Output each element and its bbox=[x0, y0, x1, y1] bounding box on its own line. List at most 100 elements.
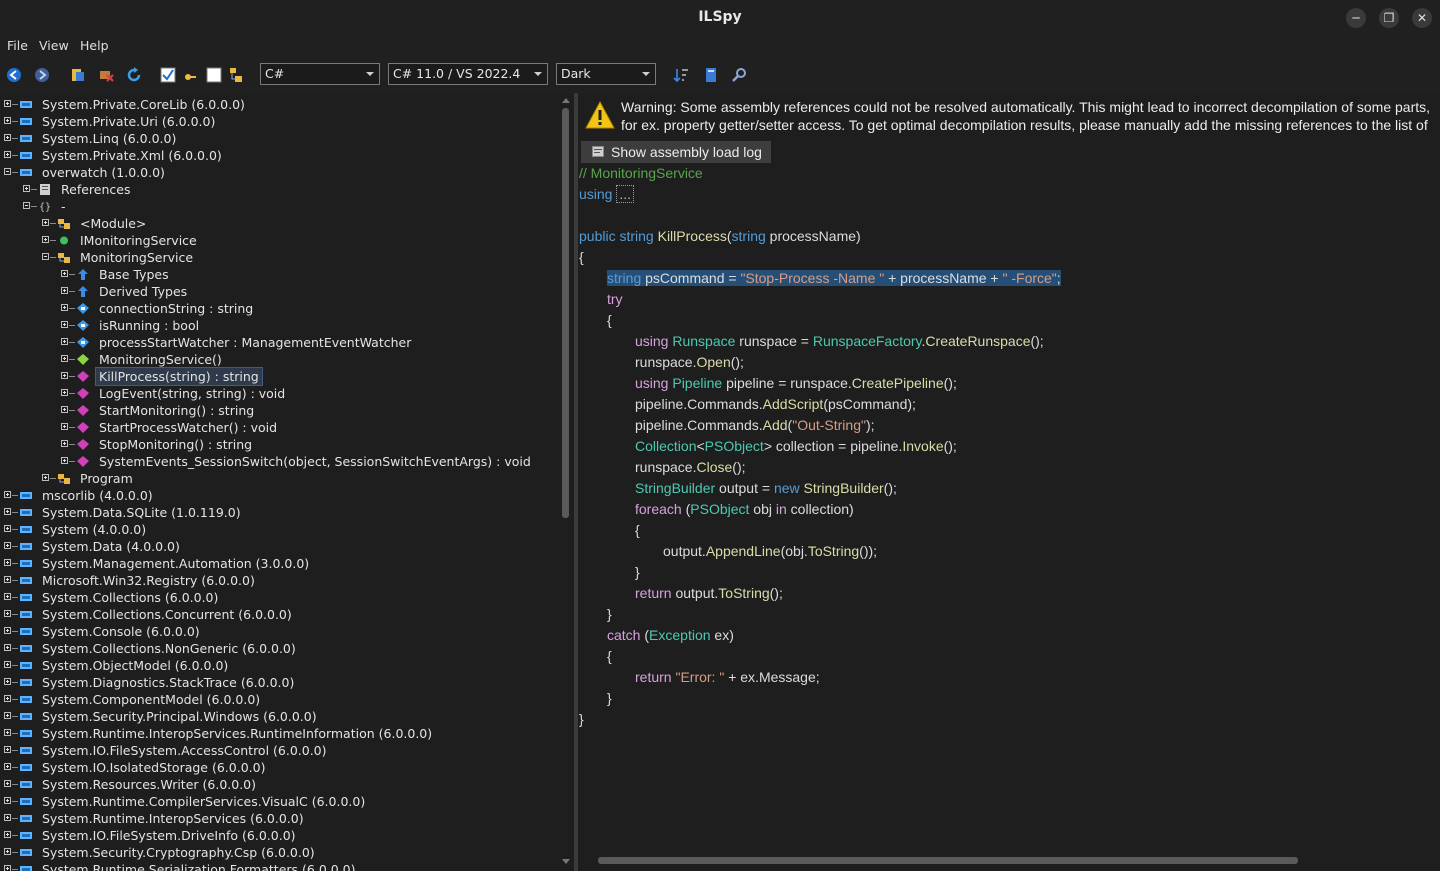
expand-icon[interactable] bbox=[61, 389, 68, 396]
tree-node[interactable]: overwatch (1.0.0.0) bbox=[0, 164, 555, 181]
tree-node[interactable]: System.Runtime.InteropServices.RuntimeIn… bbox=[0, 725, 555, 742]
code-method-name[interactable]: Invoke bbox=[902, 438, 943, 454]
tree-node[interactable]: IMonitoringService bbox=[0, 232, 555, 249]
expand-icon[interactable] bbox=[4, 814, 11, 821]
open-icon[interactable] bbox=[70, 67, 86, 83]
tree-node[interactable]: processStartWatcher : ManagementEventWat… bbox=[0, 334, 555, 351]
tree-node[interactable]: isRunning : bool bbox=[0, 317, 555, 334]
decompiled-code-view[interactable]: Warning: Some assembly references could … bbox=[578, 93, 1440, 871]
expand-icon[interactable] bbox=[4, 712, 11, 719]
tree-node[interactable]: System.IO.FileSystem.DriveInfo (6.0.0.0) bbox=[0, 827, 555, 844]
code-method-name[interactable]: Add bbox=[763, 417, 788, 433]
tree-node[interactable]: System.Data.SQLite (1.0.119.0) bbox=[0, 504, 555, 521]
hierarchy-icon[interactable] bbox=[228, 67, 244, 83]
tree-node[interactable]: System.Management.Automation (3.0.0.0) bbox=[0, 555, 555, 572]
expand-icon[interactable] bbox=[61, 406, 68, 413]
expand-icon[interactable] bbox=[4, 610, 11, 617]
tree-node[interactable]: Program bbox=[0, 470, 555, 487]
tree-node[interactable]: System.Collections.NonGeneric (6.0.0.0) bbox=[0, 640, 555, 657]
tree-node[interactable]: SystemEvents_SessionSwitch(object, Sessi… bbox=[0, 453, 555, 470]
tree-node[interactable]: StartMonitoring() : string bbox=[0, 402, 555, 419]
restore-button[interactable]: ❐ bbox=[1379, 8, 1399, 28]
tree-node[interactable]: System.Private.Xml (6.0.0.0) bbox=[0, 147, 555, 164]
menu-help[interactable]: Help bbox=[80, 38, 109, 53]
code-method-name[interactable]: ToString bbox=[808, 543, 859, 559]
assembly-tree[interactable]: System.Private.CoreLib (6.0.0.0) System.P… bbox=[0, 93, 557, 871]
close-button[interactable]: ✕ bbox=[1412, 8, 1432, 28]
code-type[interactable]: StringBuilder bbox=[635, 480, 715, 496]
expand-icon[interactable] bbox=[4, 644, 11, 651]
tree-node[interactable]: LogEvent(string, string) : void bbox=[0, 385, 555, 402]
tree-scrollbar-thumb[interactable] bbox=[562, 108, 569, 518]
expand-icon[interactable] bbox=[4, 542, 11, 549]
expand-icon[interactable] bbox=[4, 491, 11, 498]
tree-node[interactable]: KillProcess(string) : string bbox=[0, 367, 555, 386]
collapse-icon[interactable] bbox=[4, 168, 11, 175]
tree-node[interactable]: System.ObjectModel (6.0.0.0) bbox=[0, 657, 555, 674]
tree-node[interactable]: System.Data (4.0.0.0) bbox=[0, 538, 555, 555]
code-method-name[interactable]: KillProcess bbox=[658, 228, 727, 244]
expand-icon[interactable] bbox=[4, 576, 11, 583]
language-select[interactable]: C# bbox=[260, 63, 380, 85]
tree-node[interactable]: References bbox=[0, 181, 555, 198]
expand-icon[interactable] bbox=[61, 372, 68, 379]
tree-node[interactable]: System.IO.IsolatedStorage (6.0.0.0) bbox=[0, 759, 555, 776]
expand-icon[interactable] bbox=[61, 287, 68, 294]
tree-node[interactable]: Base Types bbox=[0, 266, 555, 283]
unload-assembly-icon[interactable] bbox=[99, 67, 115, 83]
theme-select[interactable]: Dark bbox=[556, 63, 656, 85]
show-assembly-load-log-button[interactable]: Show assembly load log bbox=[581, 141, 771, 163]
tree-node[interactable]: System.Private.CoreLib (6.0.0.0) bbox=[0, 96, 555, 113]
expand-icon[interactable] bbox=[4, 525, 11, 532]
expand-icon[interactable] bbox=[61, 338, 68, 345]
minimize-button[interactable]: ─ bbox=[1346, 8, 1366, 28]
expand-icon[interactable] bbox=[4, 100, 11, 107]
code-method-name[interactable]: ToString bbox=[718, 585, 769, 601]
tree-node[interactable]: System.Security.Principal.Windows (6.0.0… bbox=[0, 708, 555, 725]
show-public-checkbox-icon[interactable] bbox=[160, 67, 176, 83]
tree-node[interactable]: Microsoft.Win32.Registry (6.0.0.0) bbox=[0, 572, 555, 589]
tree-node[interactable]: MonitoringService() bbox=[0, 351, 555, 368]
collapse-icon[interactable] bbox=[23, 202, 30, 209]
tree-node[interactable]: System.Private.Uri (6.0.0.0) bbox=[0, 113, 555, 130]
code-type[interactable]: PSObject bbox=[690, 501, 749, 517]
sort-icon[interactable] bbox=[673, 67, 689, 83]
expand-icon[interactable] bbox=[61, 321, 68, 328]
collapsed-usings-button[interactable]: ... bbox=[616, 185, 635, 203]
expand-icon[interactable] bbox=[61, 270, 68, 277]
tree-node[interactable]: System.IO.FileSystem.AccessControl (6.0.… bbox=[0, 742, 555, 759]
manage-lists-icon[interactable] bbox=[703, 67, 719, 83]
code-method-name[interactable]: CreatePipeline bbox=[852, 375, 944, 391]
expand-icon[interactable] bbox=[42, 474, 49, 481]
tree-node[interactable]: <Module> bbox=[0, 215, 555, 232]
expand-icon[interactable] bbox=[42, 236, 49, 243]
code-method-name[interactable]: StringBuilder bbox=[804, 480, 884, 496]
key-icon[interactable] bbox=[182, 67, 198, 83]
show-all-checkbox-icon[interactable] bbox=[206, 67, 222, 83]
expand-icon[interactable] bbox=[4, 729, 11, 736]
back-icon[interactable] bbox=[6, 67, 22, 83]
expand-icon[interactable] bbox=[4, 593, 11, 600]
tree-node[interactable]: System (4.0.0.0) bbox=[0, 521, 555, 538]
search-icon[interactable] bbox=[731, 67, 747, 83]
menu-file[interactable]: File bbox=[7, 38, 28, 53]
code-method-name[interactable]: AddScript bbox=[763, 396, 824, 412]
tree-node[interactable]: connectionString : string bbox=[0, 300, 555, 317]
tree-node[interactable]: System.ComponentModel (6.0.0.0) bbox=[0, 691, 555, 708]
expand-icon[interactable] bbox=[4, 865, 11, 871]
tree-node[interactable]: System.Collections.Concurrent (6.0.0.0) bbox=[0, 606, 555, 623]
expand-icon[interactable] bbox=[4, 746, 11, 753]
tree-node[interactable]: System.Console (6.0.0.0) bbox=[0, 623, 555, 640]
expand-icon[interactable] bbox=[61, 457, 68, 464]
expand-icon[interactable] bbox=[61, 423, 68, 430]
expand-icon[interactable] bbox=[42, 219, 49, 226]
expand-icon[interactable] bbox=[61, 440, 68, 447]
code-method-name[interactable]: CreateRunspace bbox=[925, 333, 1030, 349]
expand-icon[interactable] bbox=[4, 831, 11, 838]
tree-node[interactable]: System.Diagnostics.StackTrace (6.0.0.0) bbox=[0, 674, 555, 691]
scroll-down-arrow-icon[interactable] bbox=[562, 859, 570, 864]
expand-icon[interactable] bbox=[4, 151, 11, 158]
expand-icon[interactable] bbox=[4, 508, 11, 515]
expand-icon[interactable] bbox=[4, 695, 11, 702]
expand-icon[interactable] bbox=[4, 661, 11, 668]
